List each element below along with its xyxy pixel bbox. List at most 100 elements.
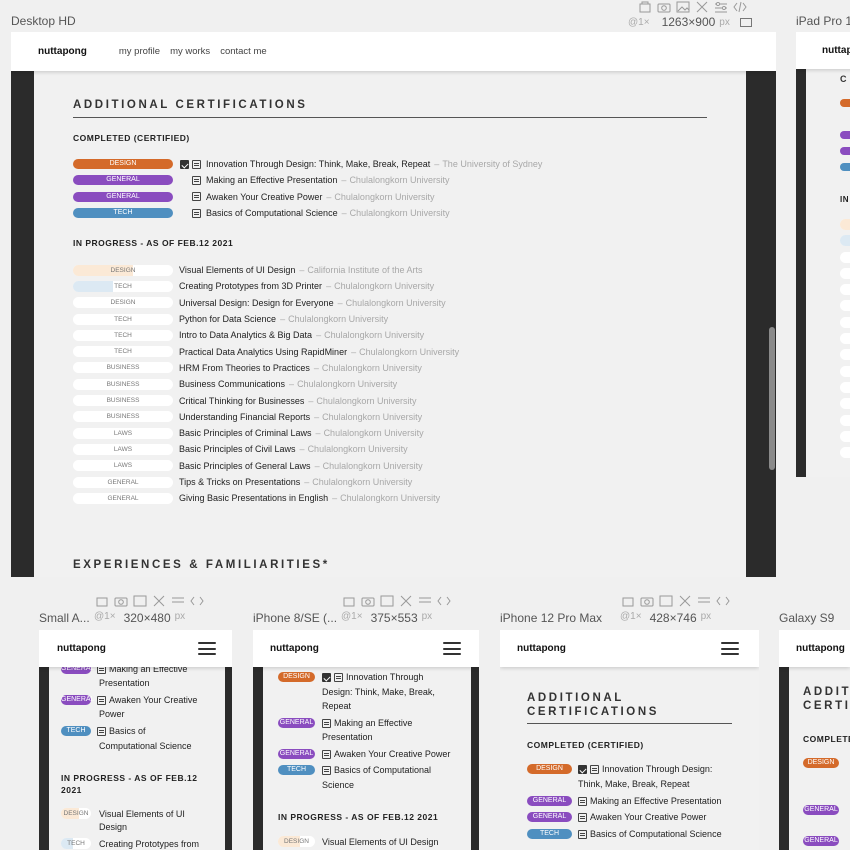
size-label: 1263×900: [661, 15, 716, 29]
camera-icon[interactable]: [657, 0, 673, 14]
progress-pill: [840, 365, 850, 377]
frame-meta-desktop: @1× 1263×900 px: [628, 15, 752, 29]
in-progress-course-row: TECH Practical Data Analytics Using Rapid…: [73, 343, 459, 359]
nav-link-contact[interactable]: contact me: [220, 46, 266, 57]
in-progress-heading: IN PROGRESS - AS OF FEB.12 2021: [73, 238, 234, 248]
frame-icon[interactable]: [342, 594, 358, 608]
course-org: Chulalongkorn University: [312, 477, 413, 487]
separator: –: [351, 346, 357, 357]
verified-icon: [180, 159, 189, 169]
image-icon[interactable]: [133, 594, 149, 608]
hamburger-menu-icon[interactable]: [443, 642, 461, 655]
section-title: ADDITIONAL: [527, 692, 624, 704]
in-progress-course-row: GENERAL Tips & Tricks on Presentations – Ch…: [73, 474, 459, 490]
brand-logo[interactable]: nuttapong: [796, 643, 845, 654]
tools-icon[interactable]: [678, 594, 694, 608]
settings-icon[interactable]: [697, 594, 713, 608]
in-progress-course-row: DESIGN Visual Elements of UI Design – Calif…: [73, 262, 459, 278]
course-name: Innovation Through: [346, 672, 424, 682]
brand-logo[interactable]: nuttapong: [57, 643, 106, 654]
course-name: Giving Basic Presentations in English: [179, 493, 329, 504]
code-icon[interactable]: [437, 594, 453, 608]
completed-course-row: DESIGN Innovation Through Design: Think, …: [73, 156, 542, 172]
image-icon[interactable]: [676, 0, 692, 14]
tag-pill-general: GENERAL: [527, 812, 572, 822]
tag-pill-tech: [840, 163, 850, 171]
scrollbar-thumb[interactable]: [769, 327, 775, 470]
separator: –: [314, 411, 320, 422]
tag-pill-general: GENERAL: [527, 796, 572, 806]
in-progress-course-row: [840, 235, 850, 251]
course-org: California Institute of the Arts: [307, 265, 423, 276]
hamburger-menu-icon[interactable]: [198, 642, 216, 655]
galaxy-frame: nuttapong ADDIT CERTI COMPLETE DESIGN GE…: [779, 630, 850, 850]
tag-pill-design: DESIGN: [527, 764, 572, 774]
tools-icon[interactable]: [695, 0, 711, 14]
camera-icon[interactable]: [114, 594, 130, 608]
frame-icon[interactable]: [638, 0, 654, 14]
in-progress-list: DESIGN Visual Elements of UI Design – Calif…: [73, 262, 459, 506]
certificate-icon: [192, 175, 201, 185]
in-progress-course-row: [840, 414, 850, 431]
tools-icon[interactable]: [152, 594, 168, 608]
zoom-label: @1×: [620, 611, 642, 622]
frame-toolbar-iphone12: [621, 594, 732, 608]
course-name: HRM From Theories to Practices: [179, 362, 310, 373]
site-navbar: nuttapong: [796, 32, 850, 69]
progress-fill: [840, 219, 850, 230]
course-name: Think, Make, Break, Repeat: [578, 779, 690, 789]
code-icon[interactable]: [733, 0, 749, 14]
brand-logo[interactable]: nuttapong: [517, 643, 566, 654]
in-progress-course-row: [840, 284, 850, 300]
frame-toolbar-desktop: [638, 0, 749, 14]
tag-pill-general: [840, 147, 850, 155]
progress-pill: [840, 251, 850, 263]
settings-icon[interactable]: [714, 0, 730, 14]
hamburger-menu-icon[interactable]: [721, 642, 739, 655]
certificate-icon: [192, 159, 201, 169]
separator: –: [337, 297, 343, 308]
course-org: Chulalongkorn University: [324, 330, 425, 341]
tag-pill-general: GENERAL: [278, 749, 315, 759]
course-name: Universal Design: Design for Everyone: [179, 297, 334, 308]
tools-icon[interactable]: [399, 594, 415, 608]
section-title: CERTIFICATIONS: [527, 706, 660, 718]
progress-pill: BUSINESS: [73, 378, 173, 390]
code-icon[interactable]: [716, 594, 732, 608]
settings-icon[interactable]: [171, 594, 187, 608]
progress-pill: [840, 316, 850, 328]
course-org: Chulalongkorn University: [321, 362, 422, 373]
site-navbar: nuttapong: [39, 630, 232, 667]
camera-icon[interactable]: [361, 594, 377, 608]
frame-icon[interactable]: [621, 594, 637, 608]
course-name: Making an Effective Presentation: [590, 796, 722, 806]
code-icon[interactable]: [190, 594, 206, 608]
site-navbar: nuttapong: [779, 630, 850, 667]
nav-link-profile[interactable]: my profile: [119, 46, 160, 57]
separator: –: [341, 175, 347, 186]
brand-logo[interactable]: nuttapong: [38, 46, 87, 57]
device-rotate-icon[interactable]: [739, 17, 752, 27]
progress-pill: DESIGN: [73, 297, 173, 309]
course-name: Repeat: [322, 701, 352, 711]
image-icon[interactable]: [380, 594, 396, 608]
unit-label: px: [174, 611, 186, 622]
certificate-icon: [590, 764, 599, 774]
image-icon[interactable]: [659, 594, 675, 608]
section-title: ADDIT: [803, 686, 850, 698]
course-name: Presentation: [99, 678, 150, 688]
in-progress-course-row: BUSINESS HRM From Theories to Practices – C…: [73, 360, 459, 376]
brand-logo[interactable]: nuttapong: [822, 45, 850, 56]
nav-link-works[interactable]: my works: [170, 46, 210, 57]
progress-pill: LAWS: [73, 460, 173, 472]
progress-pill: DESIGN: [278, 836, 315, 847]
frame-title-galaxy: Galaxy S9: [779, 611, 835, 625]
brand-logo[interactable]: nuttapong: [270, 643, 319, 654]
tag-pill-design: DESIGN: [278, 672, 315, 682]
settings-icon[interactable]: [418, 594, 434, 608]
in-progress-course-row: [840, 381, 850, 398]
progress-pill: [840, 235, 850, 247]
course-org: Chulalongkorn University: [288, 314, 389, 325]
frame-icon[interactable]: [95, 594, 111, 608]
camera-icon[interactable]: [640, 594, 656, 608]
